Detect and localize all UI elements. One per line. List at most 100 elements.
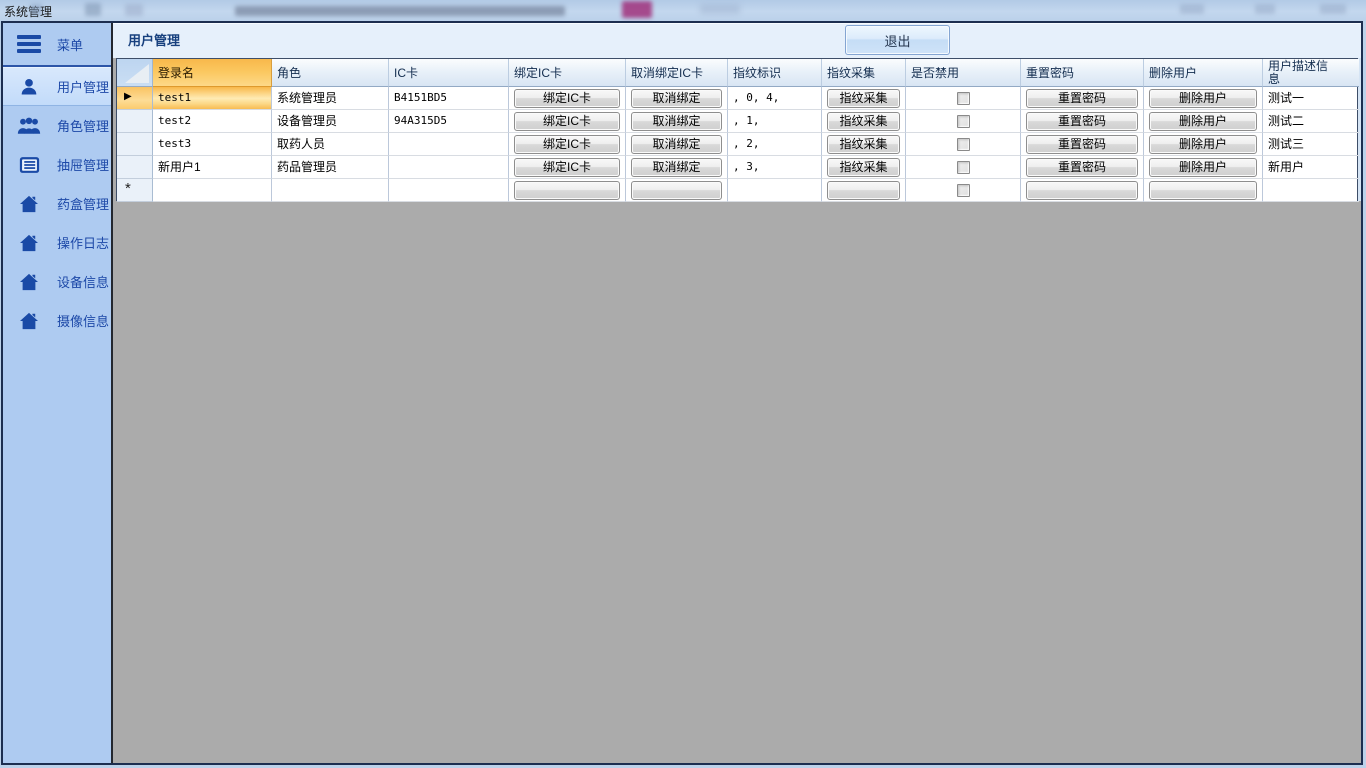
ic-card-cell[interactable] bbox=[389, 133, 509, 156]
disabled-checkbox[interactable] bbox=[957, 184, 970, 197]
description-cell[interactable] bbox=[1263, 179, 1359, 202]
fingerprint-collect-button[interactable]: 指纹采集 bbox=[827, 89, 900, 108]
fingerprint-id-cell[interactable]: , 2, bbox=[728, 133, 822, 156]
disabled-checkbox[interactable] bbox=[957, 138, 970, 151]
select-all-header[interactable] bbox=[117, 59, 153, 87]
background-window-ghost bbox=[1255, 4, 1275, 14]
bind-ic-button[interactable]: 绑定IC卡 bbox=[514, 112, 620, 131]
unbind-ic-cell bbox=[626, 179, 728, 202]
description-cell[interactable]: 测试二 bbox=[1263, 110, 1359, 133]
ic-card-cell[interactable]: 94A315D5 bbox=[389, 110, 509, 133]
description-cell[interactable]: 测试一 bbox=[1263, 87, 1359, 110]
exit-button[interactable]: 退出 bbox=[845, 25, 950, 55]
delete-user-button[interactable]: 删除用户 bbox=[1149, 112, 1257, 131]
column-header-ic-card[interactable]: IC卡 bbox=[389, 59, 509, 87]
reset-password-button[interactable] bbox=[1026, 181, 1138, 200]
window-titlebar[interactable]: 系统管理 bbox=[0, 0, 1366, 21]
login-cell[interactable]: test2 bbox=[153, 110, 272, 133]
window-frame: 菜单 用户管理 角色管理 抽屉管理 药盒管理 bbox=[1, 21, 1363, 765]
column-header-disabled[interactable]: 是否禁用 bbox=[906, 59, 1021, 87]
main-content: 用户管理 退出 登录名 角色 IC卡 绑定IC卡 取消绑定IC卡 指纹标识 指纹… bbox=[113, 23, 1361, 763]
description-cell[interactable]: 新用户 bbox=[1263, 156, 1359, 179]
ic-card-cell[interactable] bbox=[389, 179, 509, 202]
row-selector[interactable] bbox=[117, 156, 153, 179]
reset-password-button[interactable]: 重置密码 bbox=[1026, 112, 1138, 131]
login-cell[interactable]: test1 bbox=[153, 87, 272, 110]
disabled-cell bbox=[906, 87, 1021, 110]
sidebar-item-operation-log[interactable]: 操作日志 bbox=[3, 223, 111, 262]
delete-user-button[interactable]: 删除用户 bbox=[1149, 89, 1257, 108]
bind-ic-button[interactable]: 绑定IC卡 bbox=[514, 135, 620, 154]
column-header-description[interactable]: 用户描述信息 bbox=[1263, 59, 1359, 87]
login-cell[interactable]: test3 bbox=[153, 133, 272, 156]
background-window-ghost bbox=[85, 3, 101, 16]
description-cell[interactable]: 测试三 bbox=[1263, 133, 1359, 156]
role-cell[interactable]: 设备管理员 bbox=[272, 110, 389, 133]
role-cell[interactable]: 药品管理员 bbox=[272, 156, 389, 179]
column-header-role[interactable]: 角色 bbox=[272, 59, 389, 87]
menu-toggle[interactable]: 菜单 bbox=[3, 23, 111, 65]
column-header-unbind-ic[interactable]: 取消绑定IC卡 bbox=[626, 59, 728, 87]
reset-password-cell: 重置密码 bbox=[1021, 110, 1144, 133]
bind-ic-button[interactable]: 绑定IC卡 bbox=[514, 158, 620, 177]
disabled-checkbox[interactable] bbox=[957, 161, 970, 174]
column-header-login[interactable]: 登录名 bbox=[153, 59, 272, 87]
sidebar-item-label: 药盒管理 bbox=[57, 194, 109, 213]
fingerprint-collect-button[interactable]: 指纹采集 bbox=[827, 135, 900, 154]
row-selector[interactable] bbox=[117, 133, 153, 156]
login-cell[interactable]: 新用户1 bbox=[153, 156, 272, 179]
unbind-ic-button[interactable]: 取消绑定 bbox=[631, 158, 722, 177]
unbind-ic-button[interactable] bbox=[631, 181, 722, 200]
delete-user-button[interactable] bbox=[1149, 181, 1257, 200]
column-header-fingerprint-id[interactable]: 指纹标识 bbox=[728, 59, 822, 87]
role-cell[interactable]: 取药人员 bbox=[272, 133, 389, 156]
row-selector[interactable]: ▶ bbox=[117, 87, 153, 110]
delete-user-cell: 删除用户 bbox=[1144, 133, 1263, 156]
ic-card-cell[interactable]: B4151BD5 bbox=[389, 87, 509, 110]
sidebar-item-label: 操作日志 bbox=[57, 233, 109, 252]
column-header-reset-password[interactable]: 重置密码 bbox=[1021, 59, 1144, 87]
reset-password-cell: 重置密码 bbox=[1021, 156, 1144, 179]
role-cell[interactable]: 系统管理员 bbox=[272, 87, 389, 110]
column-header-fingerprint-collect[interactable]: 指纹采集 bbox=[822, 59, 906, 87]
sidebar-item-device-info[interactable]: 设备信息 bbox=[3, 262, 111, 301]
login-cell[interactable] bbox=[153, 179, 272, 202]
new-row-selector[interactable]: * bbox=[117, 179, 153, 202]
unbind-ic-button[interactable]: 取消绑定 bbox=[631, 135, 722, 154]
fingerprint-id-cell[interactable]: , 3, bbox=[728, 156, 822, 179]
unbind-ic-cell: 取消绑定 bbox=[626, 87, 728, 110]
disabled-checkbox[interactable] bbox=[957, 92, 970, 105]
disabled-cell bbox=[906, 179, 1021, 202]
fingerprint-id-cell[interactable]: , 1, bbox=[728, 110, 822, 133]
fingerprint-id-cell[interactable] bbox=[728, 179, 822, 202]
reset-password-button[interactable]: 重置密码 bbox=[1026, 135, 1138, 154]
ic-card-cell[interactable] bbox=[389, 156, 509, 179]
row-selector[interactable] bbox=[117, 110, 153, 133]
fingerprint-collect-button[interactable] bbox=[827, 181, 900, 200]
column-header-bind-ic[interactable]: 绑定IC卡 bbox=[509, 59, 626, 87]
disabled-checkbox[interactable] bbox=[957, 115, 970, 128]
fingerprint-id-cell[interactable]: , 0, 4, bbox=[728, 87, 822, 110]
sidebar-item-medicine-box-management[interactable]: 药盒管理 bbox=[3, 184, 111, 223]
bind-ic-button[interactable]: 绑定IC卡 bbox=[514, 89, 620, 108]
sidebar: 菜单 用户管理 角色管理 抽屉管理 药盒管理 bbox=[3, 23, 113, 763]
home-icon bbox=[15, 309, 43, 333]
sidebar-item-user-management[interactable]: 用户管理 bbox=[3, 67, 111, 106]
disabled-cell bbox=[906, 110, 1021, 133]
bind-ic-button[interactable] bbox=[514, 181, 620, 200]
sidebar-item-camera-info[interactable]: 摄像信息 bbox=[3, 301, 111, 340]
sidebar-item-drawer-management[interactable]: 抽屉管理 bbox=[3, 145, 111, 184]
sidebar-item-role-management[interactable]: 角色管理 bbox=[3, 106, 111, 145]
role-cell[interactable] bbox=[272, 179, 389, 202]
unbind-ic-button[interactable]: 取消绑定 bbox=[631, 112, 722, 131]
delete-user-button[interactable]: 删除用户 bbox=[1149, 135, 1257, 154]
background-window-ghost bbox=[1180, 4, 1204, 14]
fingerprint-collect-button[interactable]: 指纹采集 bbox=[827, 112, 900, 131]
fingerprint-collect-button[interactable]: 指纹采集 bbox=[827, 158, 900, 177]
reset-password-button[interactable]: 重置密码 bbox=[1026, 89, 1138, 108]
column-header-delete-user[interactable]: 删除用户 bbox=[1144, 59, 1263, 87]
reset-password-button[interactable]: 重置密码 bbox=[1026, 158, 1138, 177]
unbind-ic-button[interactable]: 取消绑定 bbox=[631, 89, 722, 108]
table-row: ▶ test1 系统管理员 B4151BD5 绑定IC卡 取消绑定 , 0, 4… bbox=[117, 87, 1357, 110]
delete-user-button[interactable]: 删除用户 bbox=[1149, 158, 1257, 177]
